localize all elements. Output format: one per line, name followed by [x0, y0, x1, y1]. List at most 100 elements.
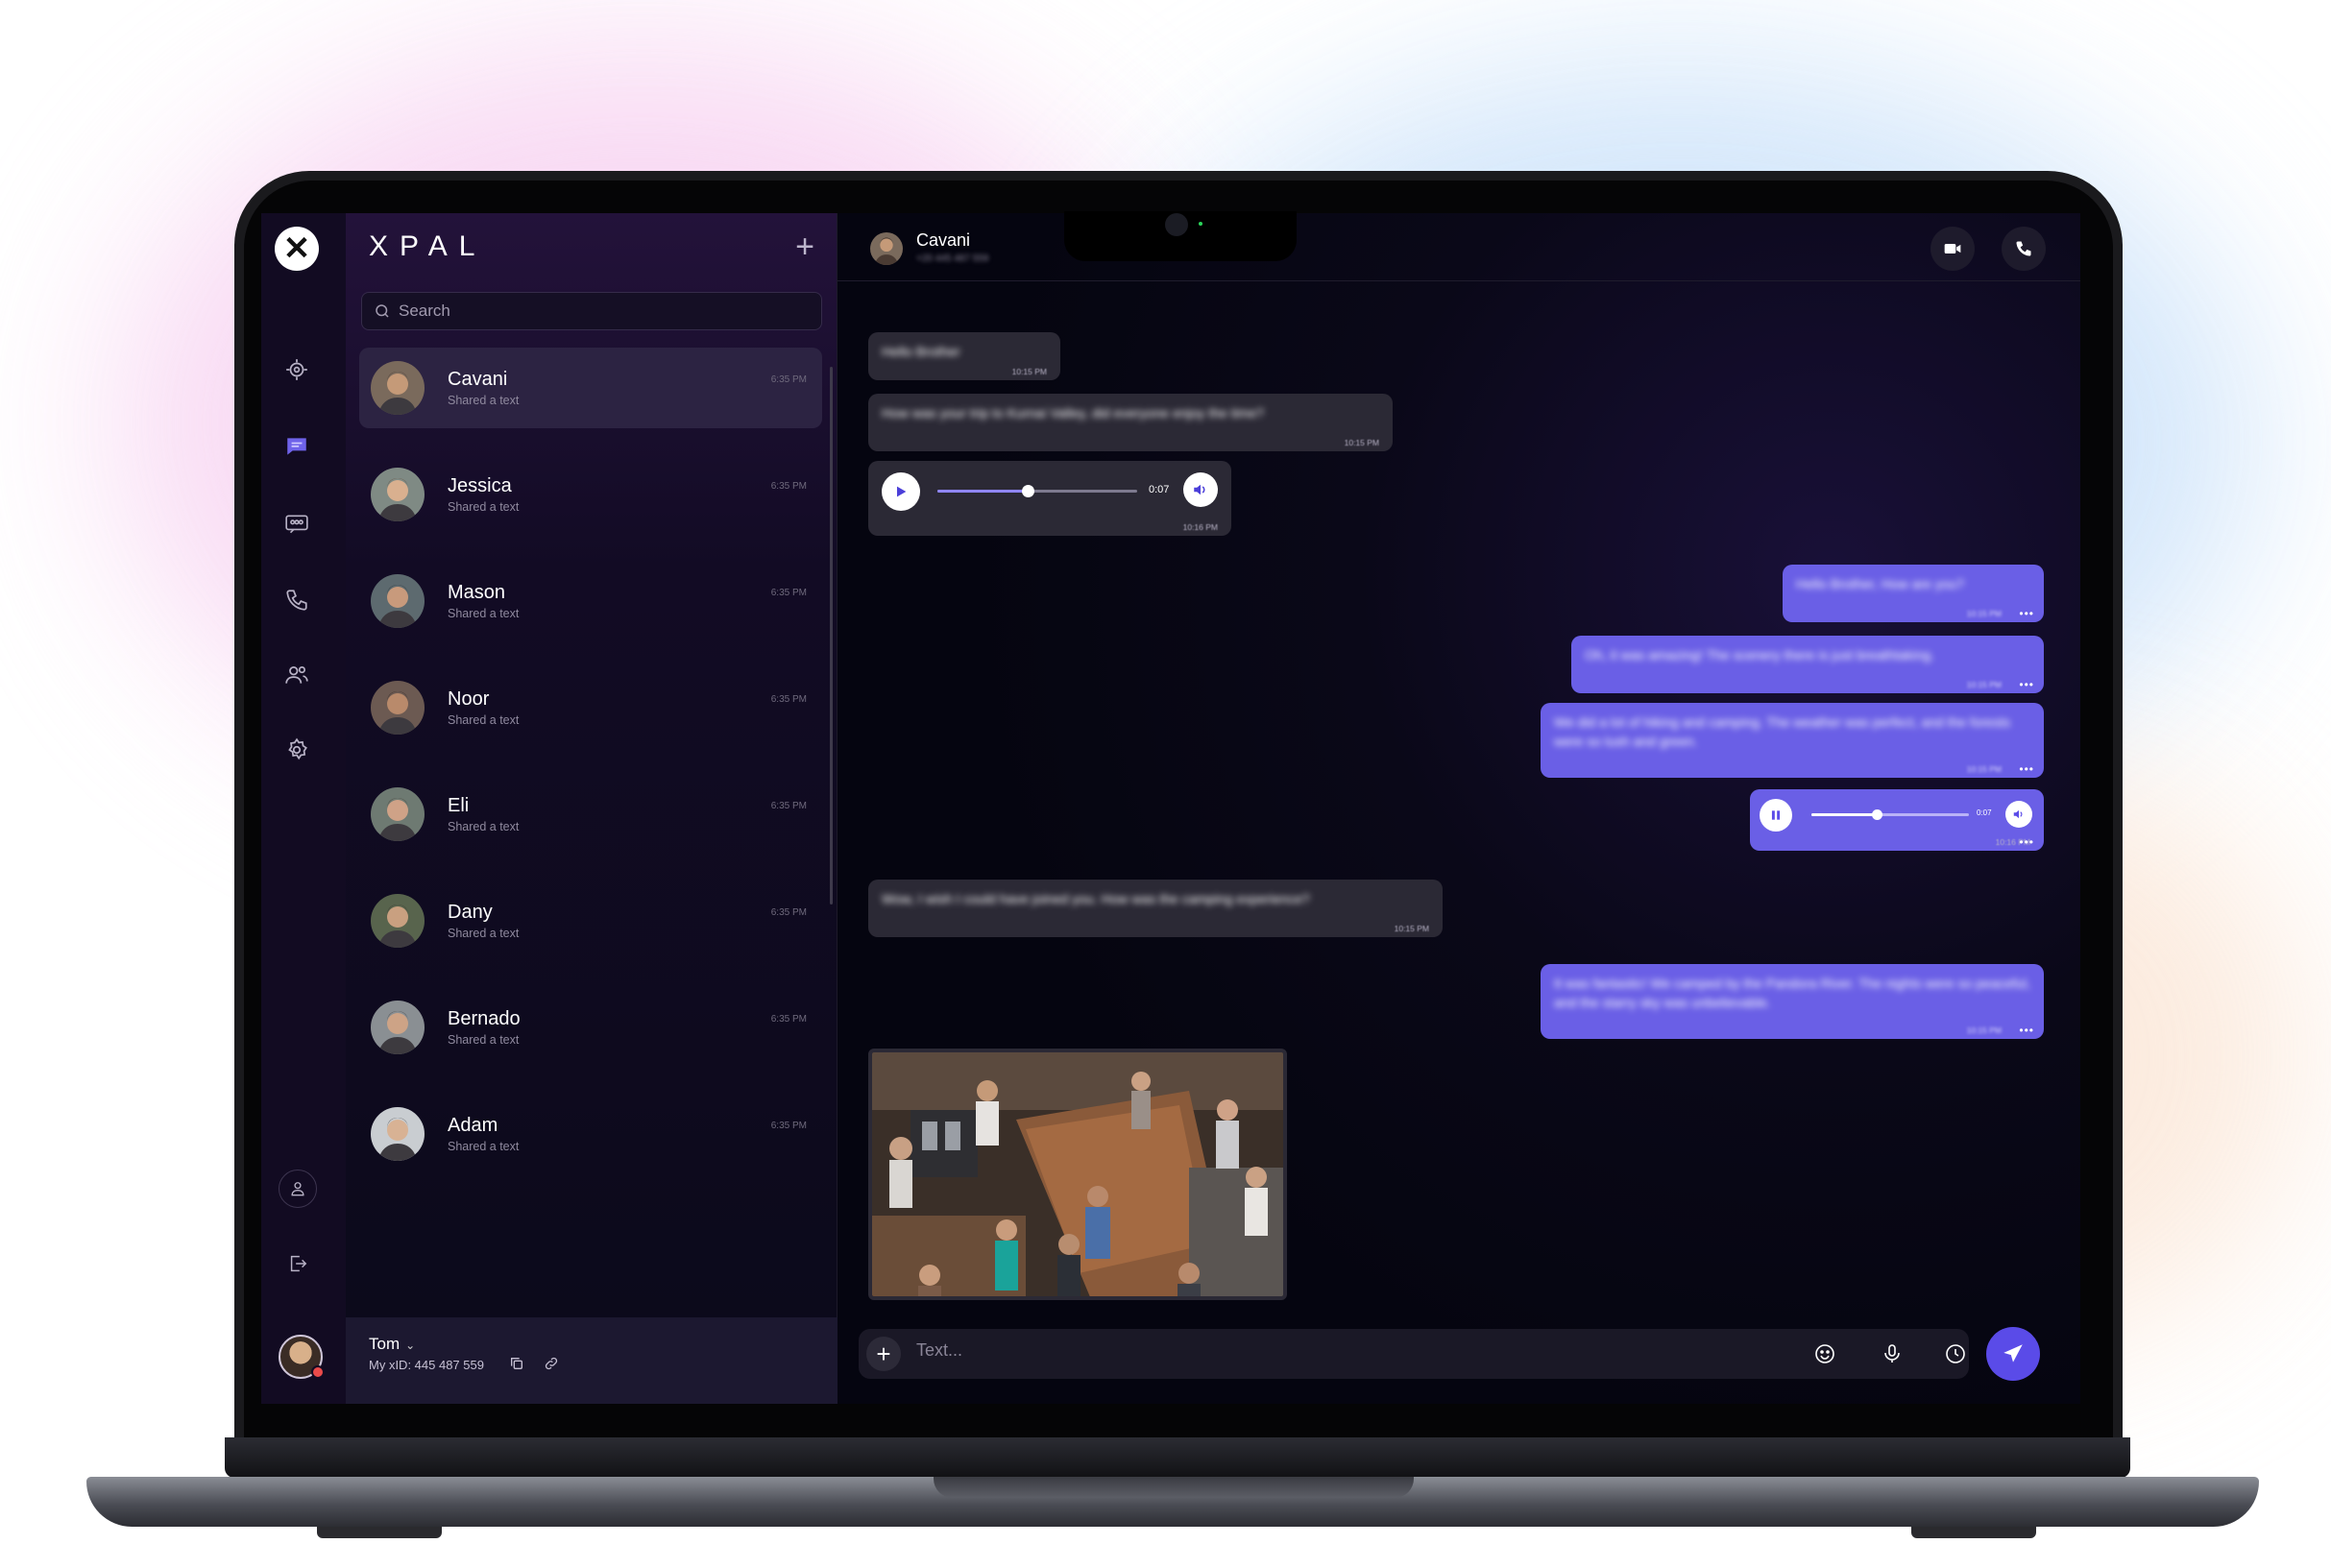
audio-scrubber-handle[interactable]: [1871, 809, 1882, 820]
contact-list-scrollbar[interactable]: [830, 367, 833, 905]
clock-icon[interactable]: [1942, 1340, 1969, 1367]
logout-icon[interactable]: [279, 1244, 317, 1283]
message-text: Hello Brother, How are you?: [1796, 576, 1965, 591]
link-icon[interactable]: [544, 1356, 559, 1371]
read-status-icon: •••: [2019, 762, 2034, 776]
emoji-icon[interactable]: [1811, 1340, 1838, 1367]
audio-duration: 0:07: [1977, 808, 1992, 817]
play-button[interactable]: [882, 472, 920, 511]
send-icon: [2003, 1344, 2023, 1363]
contact-name: Noor: [448, 688, 490, 710]
contact-last-message: Shared a text: [448, 500, 520, 514]
chats-icon[interactable]: [280, 430, 313, 463]
microphone-icon[interactable]: [1879, 1340, 1906, 1367]
contacts-sidebar: XPAL + CavaniShared a text6:35 PMJessica…: [346, 213, 838, 1404]
contact-last-message: Shared a text: [448, 927, 520, 940]
message-time: 10:15 PM: [1966, 1025, 2002, 1035]
message-outgoing[interactable]: We did a lot of hiking and camping. The …: [1541, 703, 2044, 778]
chat-contact-avatar[interactable]: [870, 232, 903, 265]
header-divider: [838, 280, 2080, 281]
message-text: We did a lot of hiking and camping. The …: [1554, 714, 2010, 749]
audio-scrubber-handle[interactable]: [1021, 485, 1034, 497]
message-outgoing[interactable]: It was fantastic! We camped by the Pando…: [1541, 964, 2044, 1039]
contact-avatar: [371, 681, 425, 735]
user-avatar[interactable]: [279, 1335, 325, 1379]
read-status-icon: •••: [2019, 835, 2034, 849]
contact-name: Mason: [448, 582, 506, 603]
contact-name: Cavani: [448, 369, 508, 390]
message-text: Wow, I wish I could have joined you. How…: [882, 891, 1310, 906]
search-icon: [376, 304, 389, 318]
message-incoming[interactable]: How was your trip to Kurnai Valley, did …: [868, 394, 1393, 451]
laptop-foot-right: [1911, 1527, 2036, 1538]
new-chat-button[interactable]: +: [790, 230, 819, 263]
message-time: 10:16 PM: [1182, 522, 1218, 532]
contact-item[interactable]: Cavani Shared a text 6:35 PM: [346, 348, 826, 454]
webcam: [1165, 213, 1188, 236]
laptop-opening-notch: [934, 1477, 1414, 1498]
audio-progress-track[interactable]: [937, 485, 1137, 497]
voice-message-incoming[interactable]: 0:07 10:16 PM: [868, 461, 1231, 536]
audio-duration: 0:07: [1149, 484, 1170, 495]
group-chats-icon[interactable]: [280, 508, 313, 541]
volume-button[interactable]: [1183, 472, 1218, 507]
pause-button[interactable]: [1760, 799, 1792, 832]
xpal-logo-icon[interactable]: ✕: [275, 227, 319, 271]
contact-time: 6:35 PM: [770, 1121, 807, 1131]
contact-item[interactable]: Mason Shared a text 6:35 PM: [346, 561, 826, 667]
contact-item[interactable]: Jessica Shared a text 6:35 PM: [346, 454, 826, 561]
send-button[interactable]: [1986, 1327, 2040, 1381]
contact-time: 6:35 PM: [770, 907, 807, 918]
contact-item[interactable]: Dany Shared a text 6:35 PM: [346, 880, 826, 987]
laptop-foot-left: [317, 1527, 442, 1538]
message-time: 10:15 PM: [1344, 438, 1379, 447]
message-input[interactable]: [916, 1340, 1761, 1361]
message-time: 10:15 PM: [1966, 764, 2002, 774]
contact-item[interactable]: Bernado Shared a text 6:35 PM: [346, 987, 826, 1094]
account-icon[interactable]: [279, 1170, 317, 1208]
speaker-icon: [2013, 809, 2023, 819]
attach-button[interactable]: +: [866, 1337, 901, 1371]
chevron-down-icon: ⌄: [405, 1339, 416, 1352]
contact-avatar: [371, 1107, 425, 1161]
message-text: It was fantastic! We camped by the Pando…: [1554, 976, 2030, 1010]
message-incoming[interactable]: Hello Brother 10:15 PM: [868, 332, 1060, 380]
message-outgoing[interactable]: Oh, it was amazing! The scenery there is…: [1571, 636, 2044, 693]
contact-item[interactable]: Noor Shared a text 6:35 PM: [346, 667, 826, 774]
read-status-icon: •••: [2019, 1024, 2034, 1037]
audio-progress-track[interactable]: [1811, 809, 1969, 820]
message-outgoing[interactable]: Hello Brother, How are you? 10:15 PM •••: [1783, 565, 2044, 622]
contact-avatar: [371, 894, 425, 948]
video-camera-icon: [1944, 244, 1961, 253]
shared-photo[interactable]: [868, 1049, 1287, 1300]
contact-item[interactable]: Adam Shared a text 6:35 PM: [346, 1094, 826, 1200]
contact-avatar: [371, 361, 425, 415]
copy-icon[interactable]: [509, 1356, 524, 1371]
message-text: Hello Brother: [882, 344, 960, 359]
phone-icon: [2016, 241, 2031, 256]
contact-last-message: Shared a text: [448, 820, 520, 833]
calls-icon[interactable]: [280, 584, 313, 616]
message-incoming[interactable]: Wow, I wish I could have joined you. How…: [868, 880, 1443, 937]
voice-call-button[interactable]: [2002, 227, 2046, 271]
status-icon[interactable]: [280, 353, 313, 386]
message-composer: +: [859, 1329, 1969, 1379]
contact-name: Bernado: [448, 1008, 521, 1029]
contact-avatar: [371, 787, 425, 841]
search-input[interactable]: [399, 302, 783, 321]
contact-time: 6:35 PM: [770, 1014, 807, 1025]
search-box: [361, 292, 822, 330]
app-brand: XPAL: [369, 230, 487, 262]
contact-name: Adam: [448, 1115, 498, 1136]
settings-icon[interactable]: [280, 734, 313, 766]
contact-time: 6:35 PM: [770, 588, 807, 598]
chat-panel: Cavani +20 445 487 559 Hello Brother 10:…: [838, 213, 2080, 1404]
audio-progress-fill: [1811, 813, 1878, 816]
contact-name: Dany: [448, 902, 493, 923]
voice-message-outgoing[interactable]: 0:07 10:16 PM •••: [1750, 789, 2044, 851]
video-call-button[interactable]: [1930, 227, 1975, 271]
contact-item[interactable]: Eli Shared a text 6:35 PM: [346, 774, 826, 880]
volume-button[interactable]: [2005, 801, 2032, 828]
contacts-icon[interactable]: [280, 659, 313, 691]
current-user-name[interactable]: Tom ⌄: [369, 1335, 415, 1354]
